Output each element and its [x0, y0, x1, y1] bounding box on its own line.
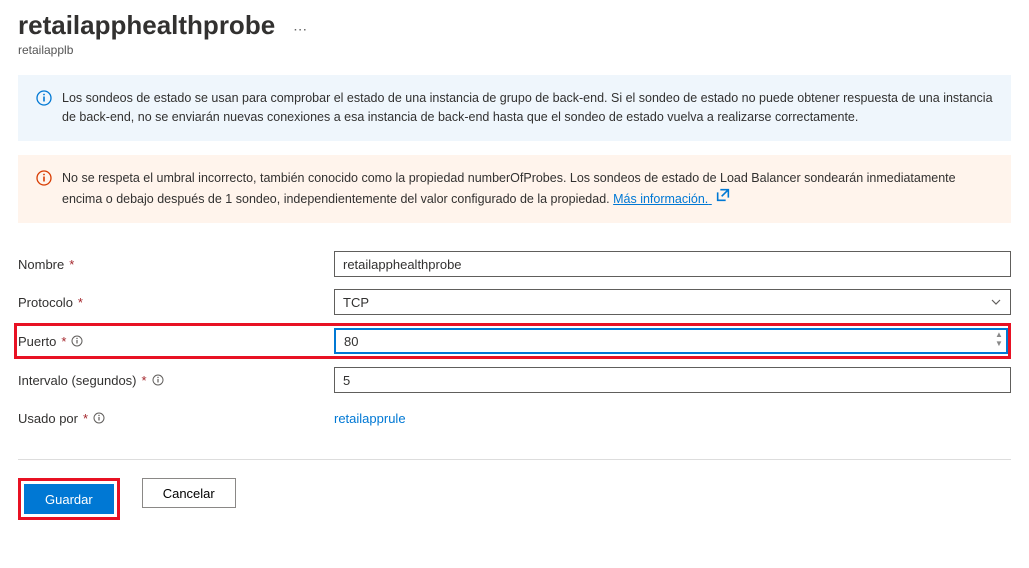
protocol-select[interactable]: TCP: [334, 289, 1011, 315]
save-button[interactable]: Guardar: [24, 484, 114, 514]
port-label: Puerto *: [18, 334, 334, 349]
page-title: retailapphealthprobe: [18, 10, 275, 41]
info-icon[interactable]: [152, 374, 164, 386]
info-icon: [36, 90, 52, 106]
usedby-label: Usado por *: [18, 411, 334, 426]
warning-alert-text: No se respeta el umbral incorrecto, tamb…: [62, 169, 993, 210]
info-icon[interactable]: [93, 412, 105, 424]
interval-label: Intervalo (segundos) *: [18, 373, 334, 388]
footer-actions: Guardar Cancelar: [18, 459, 1011, 520]
name-input[interactable]: [334, 251, 1011, 277]
port-increment[interactable]: ▲: [994, 330, 1004, 339]
learn-more-link[interactable]: Más información.: [613, 192, 731, 206]
warning-icon: [36, 170, 52, 186]
info-alert: Los sondeos de estado se usan para compr…: [18, 75, 1011, 141]
health-probe-form: Nombre * Protocolo * TCP Puerto * ▲ ▼: [18, 247, 1011, 435]
more-actions-icon[interactable]: ⋯: [293, 21, 307, 38]
usedby-link[interactable]: retailapprule: [334, 411, 406, 426]
info-icon[interactable]: [71, 335, 83, 347]
cancel-button[interactable]: Cancelar: [142, 478, 236, 508]
page-subtitle: retailapplb: [18, 43, 1011, 57]
protocol-label: Protocolo *: [18, 295, 334, 310]
external-link-icon: [715, 187, 731, 203]
warning-alert: No se respeta el umbral incorrecto, tamb…: [18, 155, 1011, 224]
chevron-down-icon: [990, 296, 1002, 308]
port-decrement[interactable]: ▼: [994, 339, 1004, 348]
name-label: Nombre *: [18, 257, 334, 272]
info-alert-text: Los sondeos de estado se usan para compr…: [62, 89, 993, 127]
port-input[interactable]: [334, 328, 1008, 354]
interval-input[interactable]: [334, 367, 1011, 393]
